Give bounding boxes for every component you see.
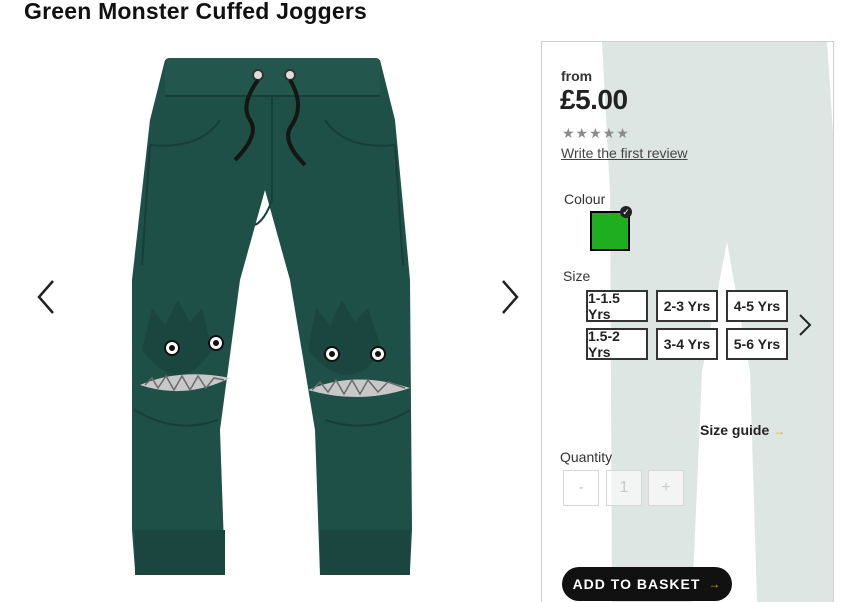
size-option[interactable]: 1-1.5 Yrs <box>586 290 648 322</box>
gallery-next-button[interactable] <box>492 272 528 322</box>
size-option[interactable]: 2-3 Yrs <box>656 290 718 322</box>
check-icon: ✓ <box>620 206 632 218</box>
chevron-left-icon <box>37 280 54 314</box>
product-image[interactable] <box>120 50 430 595</box>
price: £5.00 <box>560 84 628 115</box>
size-option[interactable]: 3-4 Yrs <box>656 328 718 360</box>
add-to-basket-label: ADD TO BASKET <box>572 576 701 592</box>
chevron-right-icon[interactable] <box>794 310 816 340</box>
colour-label: Colour <box>564 191 606 207</box>
chevron-right-icon <box>502 280 519 314</box>
arrow-right-icon: → <box>708 577 722 591</box>
quantity-increase-button[interactable]: + <box>648 470 684 506</box>
price-prefix: from <box>561 68 593 84</box>
product-gallery <box>0 40 540 599</box>
size-label: Size <box>563 268 591 284</box>
size-option[interactable]: 5-6 Yrs <box>726 328 788 360</box>
product-details-panel: from £5.00 ★★★★★ Write the first review … <box>541 41 834 602</box>
size-guide-label: Size guide <box>700 422 770 438</box>
size-guide-link[interactable]: Size guide → <box>700 422 785 438</box>
product-title: Green Monster Cuffed Joggers <box>24 0 367 24</box>
add-to-basket-button[interactable]: ADD TO BASKET → <box>562 567 732 601</box>
size-option[interactable]: 1.5-2 Yrs <box>586 328 648 360</box>
quantity-decrease-button[interactable]: - <box>563 470 599 506</box>
gallery-prev-button[interactable] <box>28 272 64 322</box>
write-review-link[interactable]: Write the first review <box>561 145 688 161</box>
arrow-right-icon: → <box>773 424 786 438</box>
quantity-input[interactable]: 1 <box>606 470 642 506</box>
size-option[interactable]: 4-5 Yrs <box>726 290 788 322</box>
quantity-label: Quantity <box>560 449 613 465</box>
rating-stars: ★★★★★ <box>562 125 630 141</box>
